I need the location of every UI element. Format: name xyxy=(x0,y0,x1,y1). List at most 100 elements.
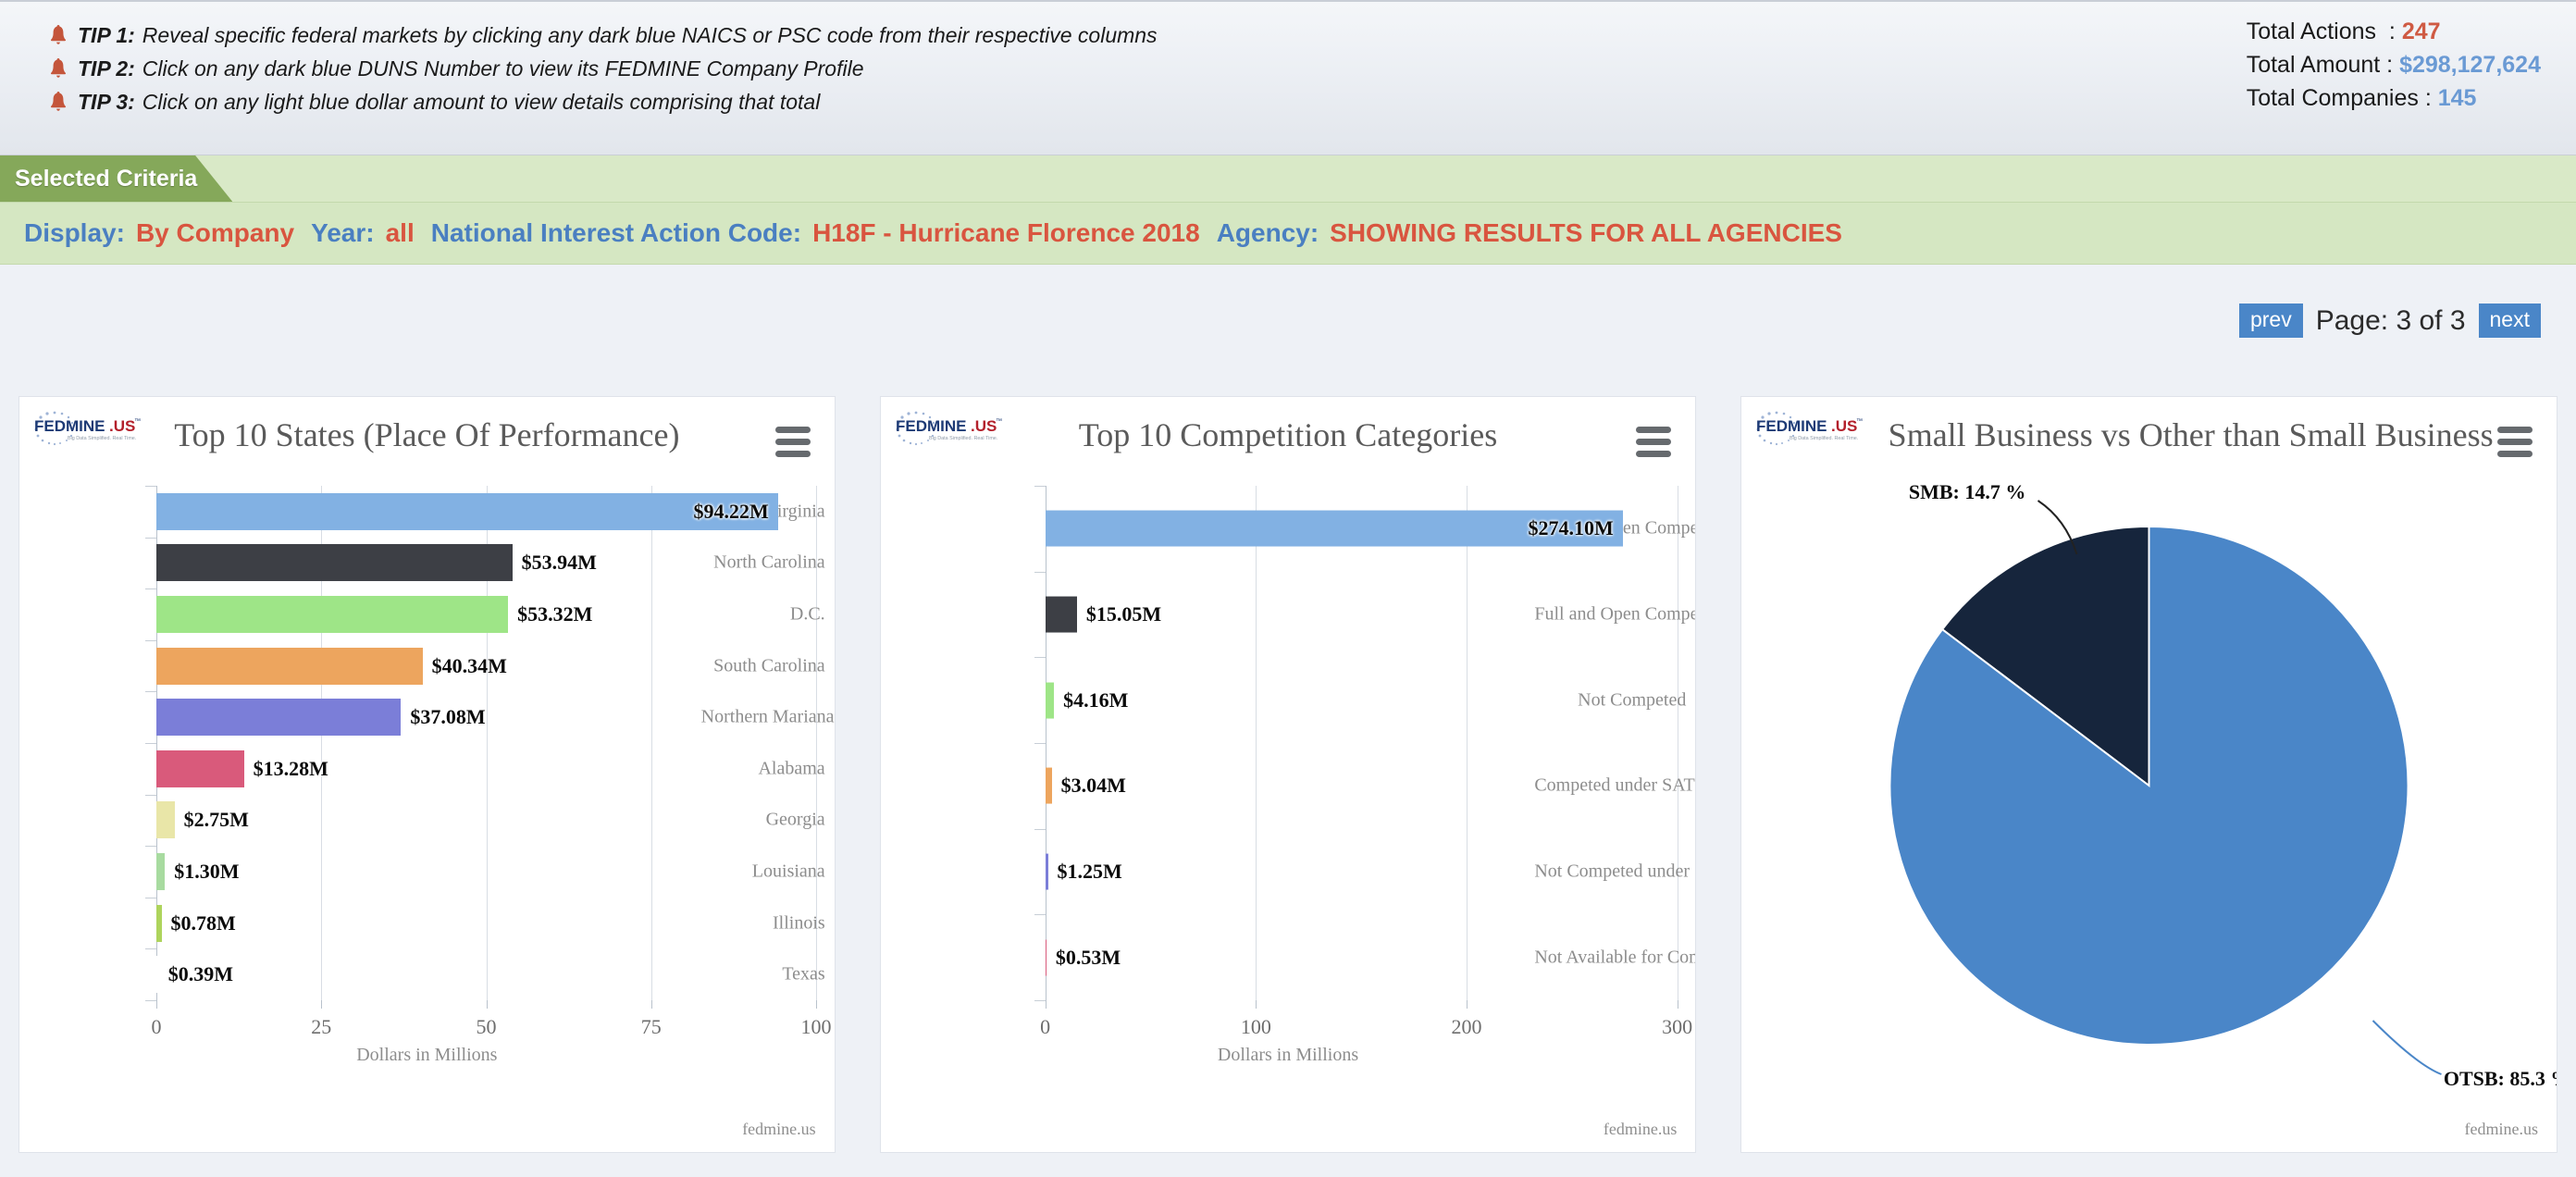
total-actions-row: Total Actions : 247 xyxy=(2247,15,2541,48)
category-label: Georgia xyxy=(765,809,825,830)
bell-icon xyxy=(48,24,68,46)
bar[interactable] xyxy=(156,699,402,737)
x-tick-label: 75 xyxy=(640,1015,662,1038)
chart-title: Small Business vs Other than Small Busin… xyxy=(1888,416,2494,453)
bar[interactable] xyxy=(156,750,244,787)
bar[interactable] xyxy=(156,956,159,994)
selected-criteria: Selected Criteria Display: By Company Ye… xyxy=(0,155,2576,265)
y-tick xyxy=(1034,657,1046,659)
criteria-key-year: Year: xyxy=(311,218,375,247)
y-tick xyxy=(145,486,156,487)
chart-title: Top 10 Competition Categories xyxy=(1078,416,1498,453)
gridline xyxy=(650,486,652,1000)
category-label: North Carolina xyxy=(713,551,825,573)
pie-label-smb: SMB: 14.7 % xyxy=(1908,480,2026,503)
tip-row: TIP 2: Click on any dark blue DUNS Numbe… xyxy=(48,52,1158,85)
y-tick xyxy=(1034,828,1046,830)
hamburger-icon[interactable] xyxy=(1636,427,1672,463)
x-tick xyxy=(1256,1000,1257,1009)
y-tick xyxy=(145,794,156,796)
criteria-value-display: By Company xyxy=(135,218,295,247)
tip-row: TIP 3: Click on any light blue dollar am… xyxy=(48,85,1158,118)
category-label: Illinois xyxy=(773,912,825,934)
chart-title: Top 10 States (Place Of Performance) xyxy=(174,416,680,453)
bar-value-label[interactable]: $94.22M xyxy=(694,500,769,524)
total-amount-value[interactable]: $298,127,624 xyxy=(2399,52,2541,79)
prev-page-button[interactable]: prev xyxy=(2238,304,2303,338)
bar[interactable] xyxy=(156,544,513,582)
bar[interactable] xyxy=(156,647,423,685)
criteria-tab: Selected Criteria xyxy=(0,155,233,202)
x-tick xyxy=(816,1000,817,1009)
y-tick xyxy=(145,743,156,744)
bar[interactable] xyxy=(1045,767,1052,804)
bar[interactable] xyxy=(1045,596,1077,633)
next-page-button[interactable]: next xyxy=(2478,304,2541,338)
category-label: Alabama xyxy=(758,758,825,779)
total-companies-value[interactable]: 145 xyxy=(2438,85,2477,112)
bar-value-label[interactable]: $274.10M xyxy=(1528,516,1613,540)
chart-credit: fedmine.us xyxy=(742,1120,816,1138)
category-label: Not Competed xyxy=(1578,689,1687,711)
criteria-key-niac: National Interest Action Code: xyxy=(430,218,802,247)
bar-value-label[interactable]: $13.28M xyxy=(254,757,328,781)
criteria-body: Display: By Company Year: all National I… xyxy=(0,202,2576,265)
pager-strip: prev Page: 3 of 3 next xyxy=(0,265,2576,376)
y-tick xyxy=(1034,914,1046,916)
bar[interactable] xyxy=(156,492,778,530)
criteria-value-year: all xyxy=(385,218,415,247)
category-label: Louisiana xyxy=(751,861,825,882)
bar[interactable] xyxy=(1045,682,1055,719)
x-tick-label: 300 xyxy=(1662,1015,1693,1038)
bar[interactable] xyxy=(156,595,509,634)
y-tick xyxy=(145,846,156,848)
criteria-value-niac: H18F - Hurricane Florence 2018 xyxy=(812,218,1200,247)
bar[interactable] xyxy=(156,904,162,942)
bar-value-label[interactable]: $53.32M xyxy=(517,602,592,626)
hamburger-icon[interactable] xyxy=(2497,427,2533,463)
tip-label: TIP 3: xyxy=(78,89,135,114)
hamburger-icon[interactable] xyxy=(774,427,811,463)
y-tick xyxy=(145,948,156,950)
chart-credit: fedmine.us xyxy=(2464,1120,2539,1138)
x-axis-title: Dollars in Millions xyxy=(356,1045,498,1065)
chart-panel-top-10-states: FEDMINE .US ™ Big Data Simplified. Real … xyxy=(19,396,836,1153)
bar-value-label[interactable]: $15.05M xyxy=(1086,602,1161,626)
y-tick xyxy=(145,639,156,641)
tips-list: TIP 1: Reveal specific federal markets b… xyxy=(48,19,1158,118)
bar-value-label[interactable]: $4.16M xyxy=(1063,688,1128,712)
gridline xyxy=(1256,486,1257,1000)
category-label: Full and Open Competition aft… xyxy=(1534,603,1697,625)
bar-value-label[interactable]: $3.04M xyxy=(1061,774,1126,798)
bar[interactable] xyxy=(1045,853,1048,890)
bar-plot-area: Full and Open Competition$274.10MFull an… xyxy=(881,473,1697,1065)
bar-value-label[interactable]: $0.39M xyxy=(168,962,233,986)
pie-chart xyxy=(1889,500,2443,1075)
pager: prev Page: 3 of 3 next xyxy=(2238,304,2541,338)
bar-value-label[interactable]: $53.94M xyxy=(522,551,597,575)
bar-value-label[interactable]: $0.78M xyxy=(171,911,236,935)
bar-value-label[interactable]: $37.08M xyxy=(410,705,485,729)
bell-icon xyxy=(48,57,68,80)
y-tick xyxy=(145,691,156,693)
tips-bar: TIP 1: Reveal specific federal markets b… xyxy=(0,0,2576,155)
y-tick xyxy=(145,537,156,539)
x-tick-label: 200 xyxy=(1451,1015,1482,1038)
x-tick xyxy=(486,1000,488,1009)
x-tick-label: 0 xyxy=(151,1015,162,1038)
bar[interactable] xyxy=(156,801,175,839)
x-tick-label: 100 xyxy=(800,1015,832,1038)
x-tick xyxy=(650,1000,652,1009)
x-tick xyxy=(156,1000,157,1009)
bar-value-label[interactable]: $1.30M xyxy=(174,860,239,884)
criteria-value-agency: SHOWING RESULTS FOR ALL AGENCIES xyxy=(1330,218,1842,247)
pie-label-otsb: OTSB: 85.3 % xyxy=(2443,1067,2557,1090)
bar[interactable] xyxy=(156,852,166,891)
y-tick xyxy=(145,588,156,590)
bar-value-label[interactable]: $2.75M xyxy=(184,808,249,832)
bar-value-label[interactable]: $40.34M xyxy=(432,654,507,678)
x-tick-label: 0 xyxy=(1040,1015,1051,1038)
bar-value-label[interactable]: $1.25M xyxy=(1058,860,1122,884)
bar-value-label[interactable]: $0.53M xyxy=(1056,946,1121,970)
charts-row: FEDMINE .US ™ Big Data Simplified. Real … xyxy=(0,396,2576,1158)
